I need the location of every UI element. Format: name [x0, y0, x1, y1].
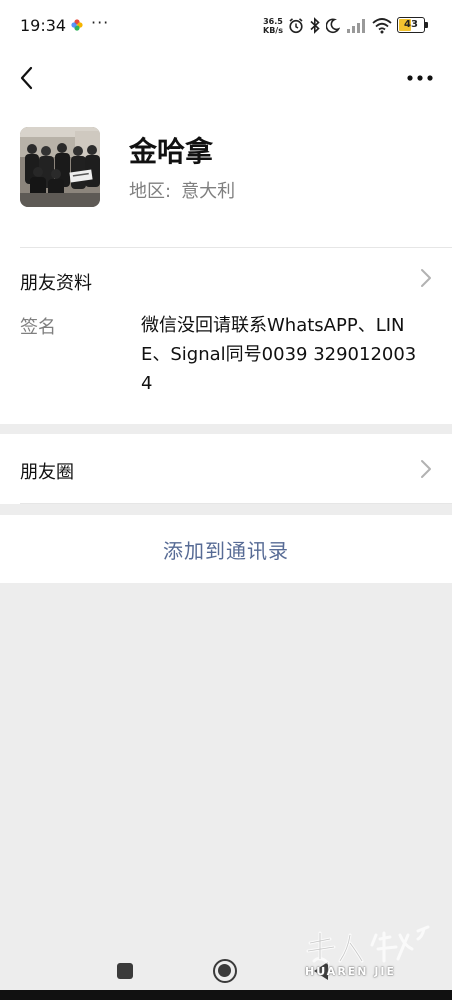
avatar[interactable] [20, 127, 100, 207]
status-time: 19:34 [20, 16, 67, 35]
chevron-right-icon [421, 460, 431, 478]
chevron-left-icon [20, 66, 33, 90]
add-to-contacts-button[interactable]: 添加到通讯录 [0, 515, 452, 583]
moon-icon [326, 18, 340, 34]
back-button[interactable] [10, 62, 42, 94]
friend-info-section[interactable]: 朋友资料 签名 微信没回请联系WhatsAPP、LINE、Signal同号003… [0, 247, 452, 424]
signal-icon [347, 19, 365, 33]
recents-button[interactable] [117, 963, 133, 979]
net-speed-unit: KB/s [263, 26, 283, 35]
net-speed-value: 36.5 [263, 17, 283, 26]
bottom-edge [0, 990, 452, 1000]
signature-label: 签名 [20, 317, 56, 338]
region-label: 地区: [129, 181, 172, 202]
avatar-photo [20, 127, 100, 207]
signature-value: 微信没回请联系WhatsAPP、LINE、Signal同号0039 329012… [141, 315, 417, 394]
divider [20, 247, 452, 248]
region-value: 意大利 [181, 181, 236, 202]
alarm-icon [289, 18, 303, 34]
chevron-right-icon [421, 269, 431, 287]
battery-icon: 43 [397, 17, 429, 33]
battery-level: 43 [404, 19, 418, 30]
more-options-button[interactable] [402, 62, 438, 94]
friend-info-title: 朋友资料 [20, 273, 92, 294]
add-to-contacts-label: 添加到通讯录 [163, 538, 289, 563]
moments-title: 朋友圈 [20, 462, 74, 483]
net-speed: 36.5 KB/s [263, 17, 283, 35]
wifi-icon [372, 18, 392, 34]
moments-row[interactable]: 朋友圈 [0, 434, 452, 504]
contact-name: 金哈拿 [129, 135, 214, 168]
contact-region: 地区: 意大利 [129, 177, 235, 203]
bluetooth-icon [310, 17, 320, 34]
header-bar [0, 52, 452, 104]
photos-icon [71, 19, 83, 31]
profile-card: 金哈拿 地区: 意大利 [0, 104, 452, 247]
home-button[interactable] [213, 959, 237, 983]
divider [20, 503, 452, 504]
more-dots-icon [407, 75, 433, 81]
watermark-text: HUAREN JIE [305, 965, 397, 978]
status-bar: 19:34 ··· 36.5 KB/s 43 [0, 0, 452, 52]
status-more-icon: ··· [91, 13, 110, 32]
